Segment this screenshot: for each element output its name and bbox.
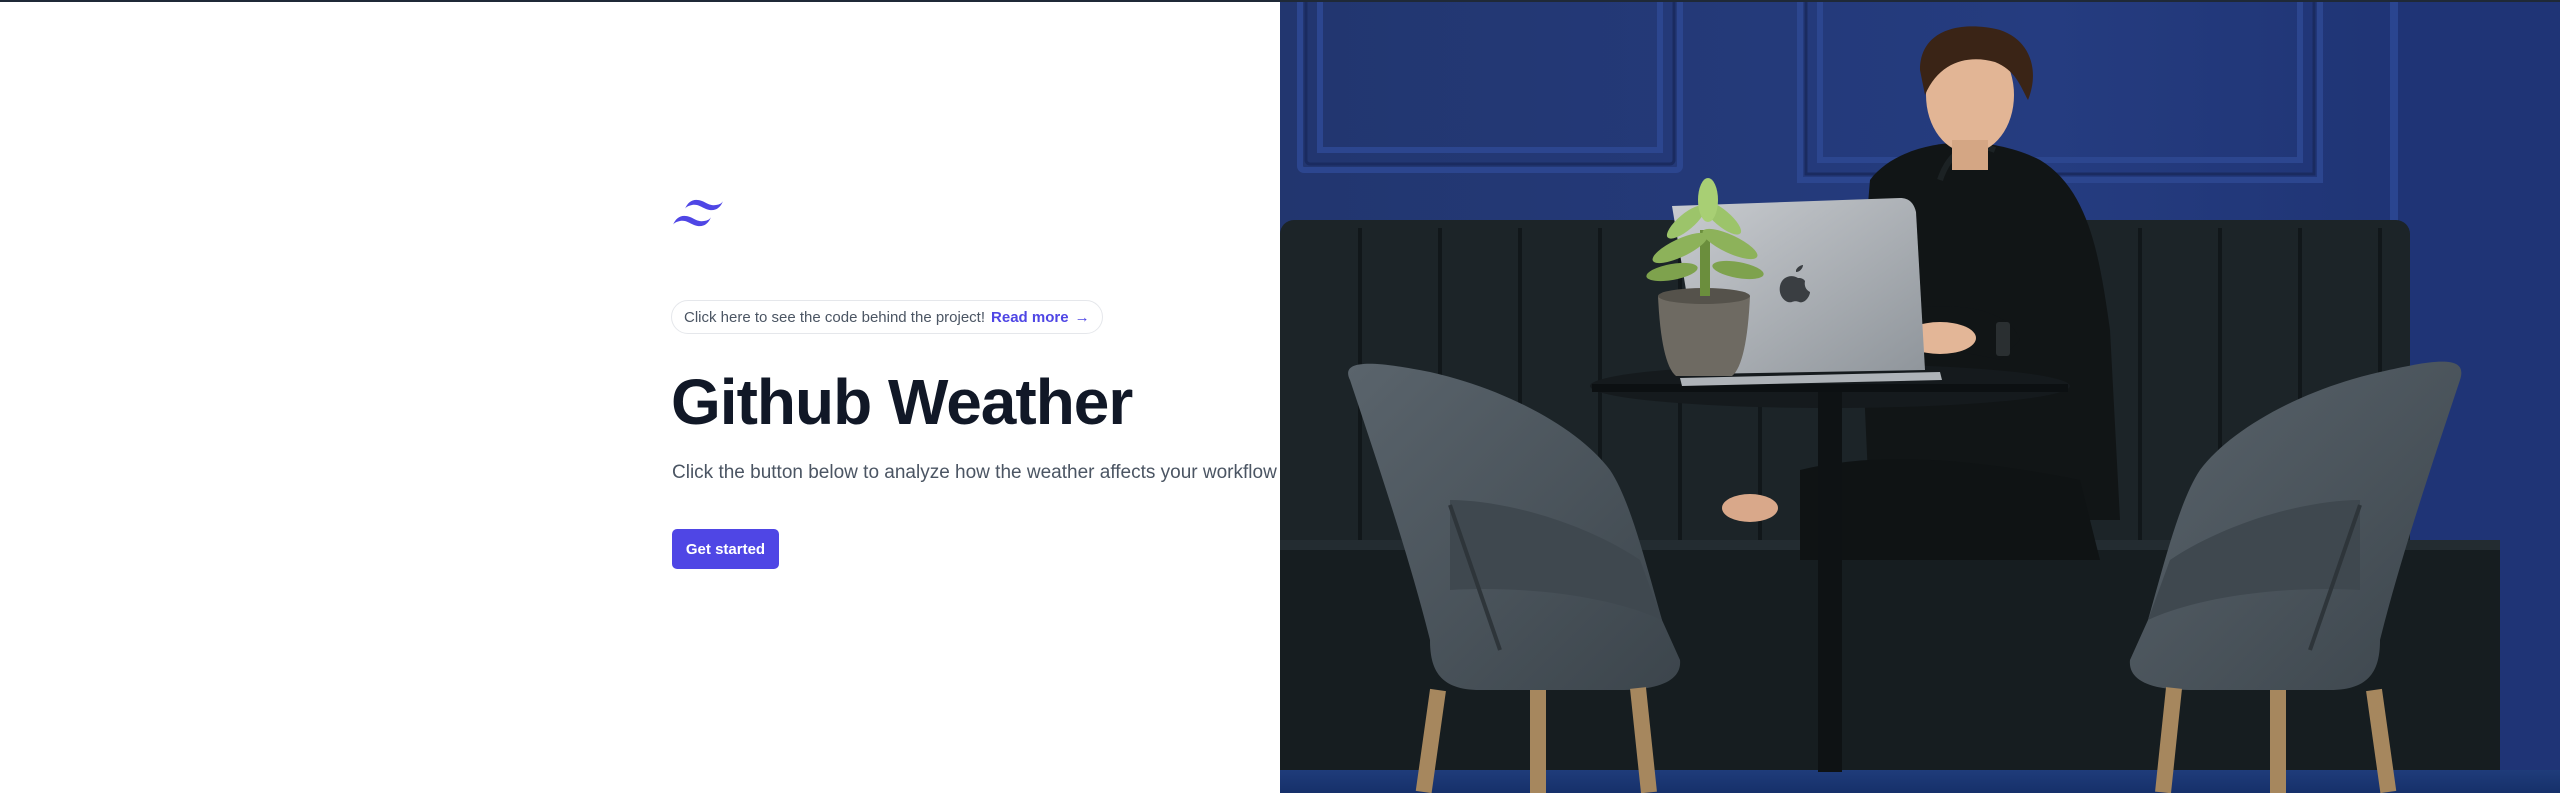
- arrow-right-icon: →: [1074, 308, 1090, 326]
- hero-content-pane: Click here to see the code behind the pr…: [0, 0, 1280, 793]
- wristwatch: [1996, 322, 2010, 356]
- tailwind-wave-logo-icon[interactable]: [672, 196, 724, 234]
- announcement-pill[interactable]: Click here to see the code behind the pr…: [671, 300, 1103, 334]
- table-pedestal: [1818, 392, 1842, 772]
- announcement-text: Click here to see the code behind the pr…: [684, 308, 986, 326]
- page-subtitle: Click the button below to analyze how th…: [672, 462, 1277, 483]
- plant-pot: [1658, 296, 1750, 376]
- page-title: Github Weather: [671, 366, 1133, 438]
- hero-image: [1280, 0, 2560, 793]
- man-neck: [1952, 140, 1988, 170]
- get-started-button[interactable]: Get started: [672, 529, 779, 569]
- read-more-link[interactable]: Read more: [991, 309, 1069, 326]
- floor: [1280, 770, 2560, 793]
- top-border: [0, 0, 2560, 2]
- man-bare-foot: [1722, 494, 1778, 522]
